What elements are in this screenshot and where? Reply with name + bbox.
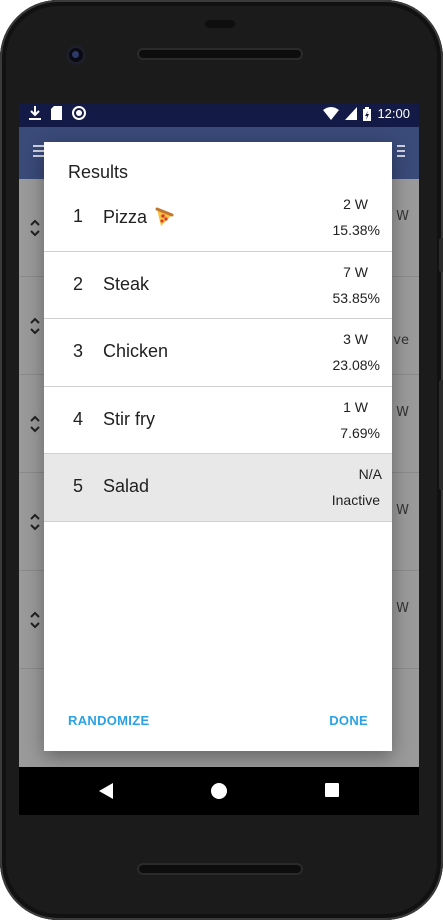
sd-card-icon [51, 106, 62, 120]
dialog-title: Results [68, 162, 129, 182]
result-percent: 53.85% [332, 289, 380, 306]
result-row[interactable]: 1 Pizza 2 W 15.38% [44, 184, 392, 252]
top-speaker [137, 48, 303, 60]
result-name: Stir fry [103, 408, 155, 429]
result-percent: 15.38% [332, 222, 380, 238]
status-bar: 12:00 [19, 103, 419, 127]
results-dialog: Results 1 Pizza 2 W 15.38% 2 Steak 7 W 5… [44, 142, 392, 751]
volume-button [439, 238, 443, 272]
circle-status-icon [72, 106, 86, 120]
result-row[interactable]: 4 Stir fry 1 W 7.69% [44, 387, 392, 454]
status-time: 12:00 [377, 106, 410, 121]
front-camera [66, 45, 86, 65]
background-text: W [396, 601, 409, 616]
download-icon [29, 106, 41, 120]
result-rank: 3 [73, 341, 84, 361]
done-button[interactable]: DONE [329, 713, 368, 728]
result-name: Salad [103, 476, 150, 496]
pizza-icon [155, 207, 174, 226]
navigation-bar [19, 767, 419, 815]
background-text: ve [393, 333, 409, 348]
background-text: W [396, 503, 409, 518]
result-rank: 5 [73, 476, 84, 496]
reorder-icon [30, 513, 40, 531]
result-wins: 3 W [343, 331, 368, 347]
result-row[interactable]: 2 Steak 7 W 53.85% [44, 252, 392, 319]
bottom-speaker [137, 863, 303, 875]
back-icon[interactable] [99, 783, 113, 799]
result-name: Pizza [103, 206, 148, 227]
background-text: W [396, 209, 409, 224]
signal-icon [345, 107, 358, 120]
result-rank: 1 [73, 206, 84, 226]
result-row-inactive[interactable]: 5 Salad N/A Inactive [44, 454, 392, 522]
battery-icon [363, 106, 372, 121]
recents-icon[interactable] [325, 783, 339, 797]
power-button [439, 380, 443, 490]
dialog-actions: RANDOMIZE DONE [44, 695, 392, 751]
reorder-icon [30, 317, 40, 335]
result-rank: 4 [73, 408, 84, 429]
reorder-icon [30, 219, 40, 237]
result-name: Chicken [103, 341, 169, 361]
reorder-icon [30, 611, 40, 629]
background-text: W [396, 405, 409, 420]
result-name-wrapper: Pizza [103, 206, 175, 228]
more-icon[interactable] [397, 145, 405, 159]
result-percent: 23.08% [332, 357, 380, 373]
home-icon[interactable] [211, 783, 227, 799]
result-wins: N/A [358, 466, 382, 482]
result-name: Steak [103, 273, 150, 294]
result-wins: 2 W [343, 196, 368, 212]
randomize-button[interactable]: RANDOMIZE [68, 713, 149, 728]
result-wins: 1 W [343, 398, 368, 415]
result-percent: 7.69% [340, 424, 380, 441]
result-row[interactable]: 3 Chicken 3 W 23.08% [44, 319, 392, 387]
earpiece [205, 20, 235, 28]
wifi-icon [323, 107, 340, 120]
result-wins: 7 W [343, 263, 368, 280]
reorder-icon [30, 415, 40, 433]
result-percent: Inactive [331, 492, 380, 508]
results-list: 1 Pizza 2 W 15.38% 2 Steak 7 W 53.85% 3 [44, 184, 392, 522]
result-rank: 2 [73, 273, 84, 294]
